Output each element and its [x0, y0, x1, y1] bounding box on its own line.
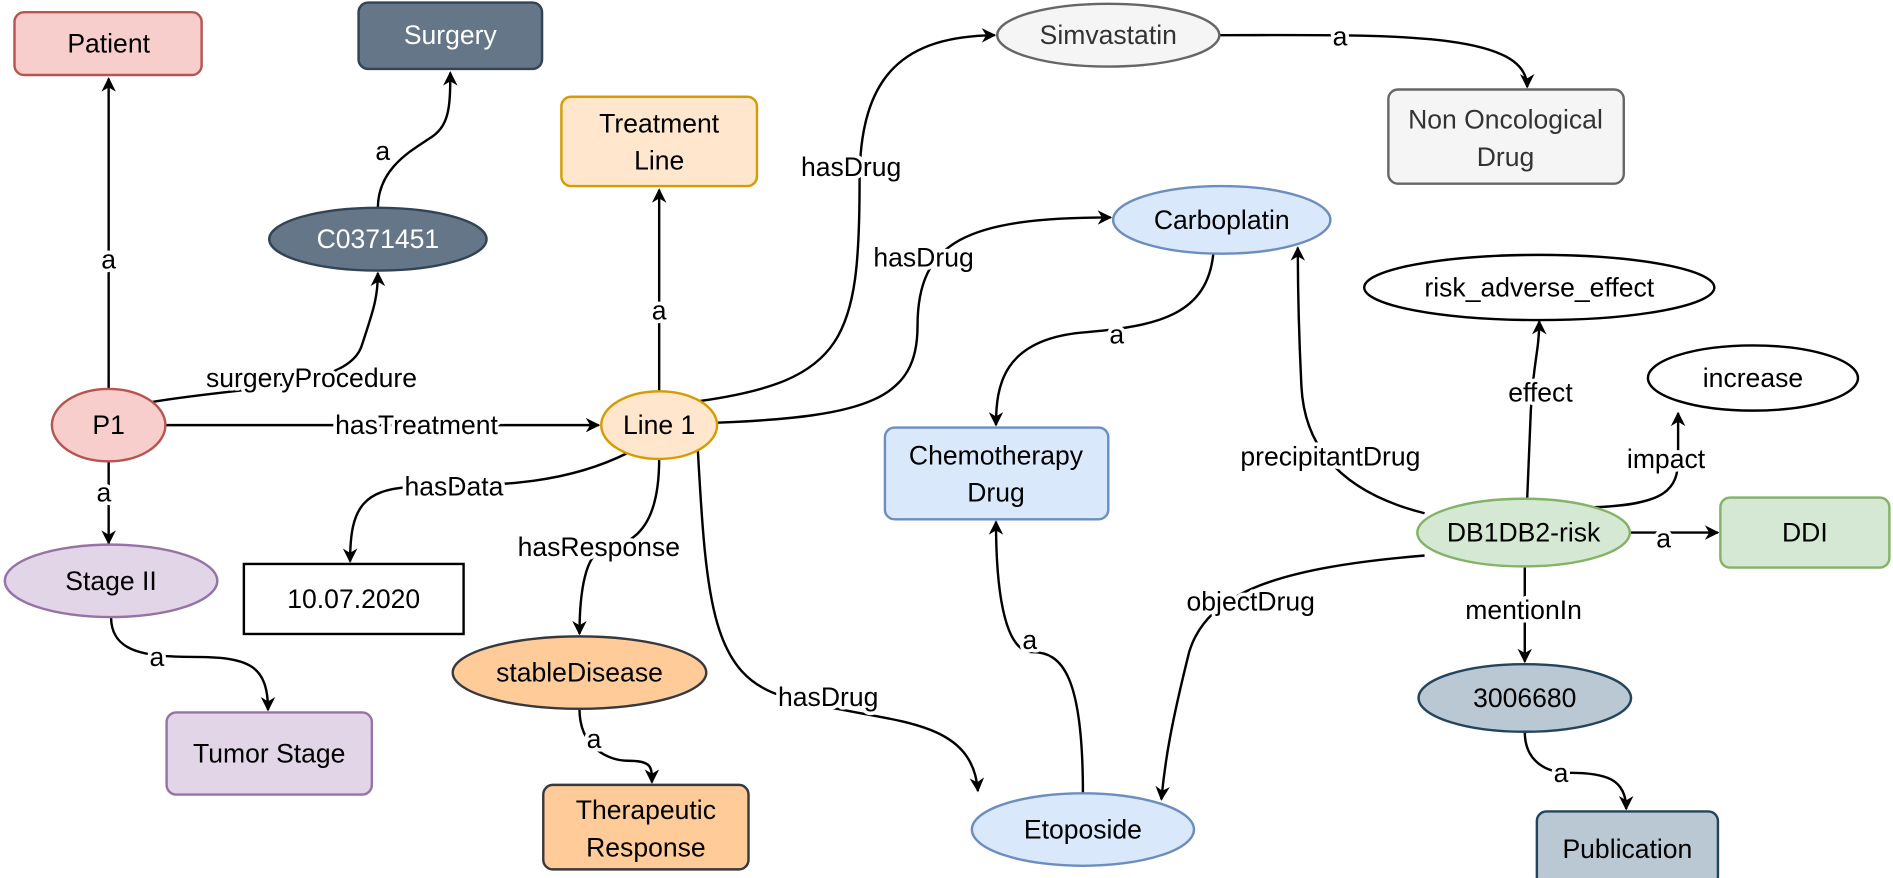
edge-label: a — [1109, 320, 1124, 350]
svg-text:Etoposide: Etoposide — [1024, 815, 1142, 845]
node-chemotherapy-drug: Chemotherapy Drug — [883, 426, 1110, 521]
node-date: 10.07.2020 — [242, 562, 465, 636]
svg-text:P1: P1 — [92, 410, 124, 440]
svg-text:Simvastatin: Simvastatin — [1040, 20, 1177, 50]
node-publication: Publication — [1535, 810, 1720, 878]
node-non-oncological-drug: Non Oncological Drug — [1387, 88, 1625, 185]
edge-simva-nononc — [1219, 33, 1535, 89]
edge-label: hasTreatment — [335, 410, 498, 440]
svg-text:10.07.2020: 10.07.2020 — [287, 584, 420, 614]
node-c0371451: C0371451 — [268, 206, 488, 272]
svg-text:Drug: Drug — [967, 478, 1025, 508]
svg-text:Therapeutic: Therapeutic — [576, 795, 716, 825]
svg-text:Line: Line — [634, 146, 684, 176]
edge-label: a — [652, 295, 667, 325]
node-etoposide: Etoposide — [970, 792, 1196, 867]
node-p1: P1 — [50, 387, 167, 463]
edge-label: hasResponse — [518, 532, 680, 562]
svg-text:Patient: Patient — [67, 29, 150, 59]
node-stable-disease: stableDisease — [451, 635, 708, 711]
node-simvastatin: Simvastatin — [995, 2, 1221, 68]
node-stage-ii: Stage II — [3, 543, 219, 619]
edge-line1-simvastatin — [700, 28, 997, 403]
edge-pub-a — [1523, 731, 1634, 811]
edge-label: effect — [1508, 378, 1573, 408]
edge-label: mentionIn — [1465, 595, 1582, 625]
edge-label: hasData — [404, 472, 503, 502]
svg-text:Publication: Publication — [1562, 834, 1692, 864]
node-therapeutic-response: Therapeutic Response — [542, 783, 750, 871]
edge-label: a — [96, 478, 111, 508]
svg-text:Non Oncological: Non Oncological — [1408, 105, 1603, 135]
edge-label: a — [587, 724, 602, 754]
node-increase: increase — [1646, 344, 1860, 412]
node-3006680: 3006680 — [1417, 662, 1633, 733]
node-surgery: Surgery — [357, 1, 544, 71]
svg-text:Line 1: Line 1 — [623, 410, 695, 440]
edge-label: hasDrug — [873, 242, 973, 272]
edge-label: surgeryProcedure — [206, 363, 417, 393]
svg-text:risk_adverse_effect: risk_adverse_effect — [1424, 272, 1654, 302]
edge-label: a — [1333, 21, 1348, 51]
edge-etoposide-chemo — [988, 520, 1085, 794]
node-db1db2-risk: DB1DB2-risk — [1416, 497, 1632, 568]
svg-text:Treatment: Treatment — [599, 108, 720, 138]
edge-label: impact — [1627, 444, 1706, 474]
edge-risk-effect — [1525, 319, 1547, 499]
edge-label: precipitantDrug — [1240, 442, 1420, 472]
node-treatment-line: Treatment Line — [560, 95, 759, 188]
node-risk-adverse-effect: risk_adverse_effect — [1363, 253, 1716, 322]
edge-label: a — [150, 642, 165, 672]
svg-text:increase: increase — [1703, 363, 1803, 393]
edge-label: a — [101, 245, 116, 275]
svg-text:Stage II: Stage II — [65, 566, 157, 596]
knowledge-graph-diagram: a surgeryProcedure a hasTreatment a a a … — [3, 1, 1891, 878]
edge-label: a — [1656, 524, 1671, 554]
edge-label: objectDrug — [1187, 586, 1315, 616]
svg-text:DB1DB2-risk: DB1DB2-risk — [1447, 518, 1601, 548]
edge-carbo-chemo — [988, 253, 1215, 427]
svg-text:stableDisease: stableDisease — [496, 658, 663, 688]
svg-text:3006680: 3006680 — [1473, 683, 1576, 713]
svg-text:Chemotherapy: Chemotherapy — [909, 440, 1084, 470]
edge-label: a — [375, 136, 390, 166]
node-patient: Patient — [13, 11, 203, 77]
svg-text:C0371451: C0371451 — [317, 224, 440, 254]
node-carboplatin: Carboplatin — [1111, 184, 1332, 255]
edge-label: a — [1022, 625, 1037, 655]
svg-text:Drug: Drug — [1477, 142, 1535, 172]
svg-text:DDI: DDI — [1782, 518, 1828, 548]
svg-text:Tumor Stage: Tumor Stage — [193, 738, 345, 768]
node-line1: Line 1 — [600, 390, 719, 461]
svg-text:Response: Response — [586, 833, 706, 863]
node-tumor-stage: Tumor Stage — [165, 711, 374, 796]
svg-text:Surgery: Surgery — [404, 20, 498, 50]
edge-label: hasDrug — [801, 152, 901, 182]
svg-text:Carboplatin: Carboplatin — [1154, 205, 1290, 235]
node-ddi: DDI — [1719, 496, 1891, 569]
edge-label: hasDrug — [778, 682, 878, 712]
edge-label: a — [1554, 758, 1569, 788]
